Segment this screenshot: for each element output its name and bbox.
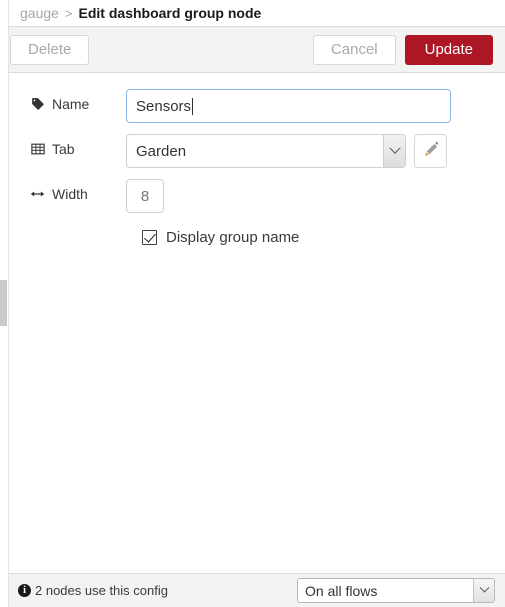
dialog-footer: i 2 nodes use this config On all flows <box>0 573 505 607</box>
arrows-horizontal-icon <box>30 188 45 200</box>
width-label: Width <box>14 179 126 202</box>
scrollbar-thumb[interactable] <box>0 280 7 326</box>
name-input-value: Sensors <box>136 97 192 115</box>
pencil-icon <box>423 141 439 161</box>
display-group-name-checkbox[interactable] <box>142 230 157 245</box>
form-row-name: Name Sensors <box>14 89 491 123</box>
update-button[interactable]: Update <box>404 34 493 65</box>
scope-select-wrapper: On all flows <box>297 578 495 603</box>
name-label-text: Name <box>52 96 90 112</box>
breadcrumb-separator-icon: > <box>64 5 73 21</box>
breadcrumb: gauge > Edit dashboard group node <box>20 6 261 20</box>
edit-tab-button[interactable] <box>414 134 447 168</box>
form-body: Name Sensors Tab Garden Width 8 Display … <box>0 73 505 573</box>
name-input[interactable]: Sensors <box>126 89 451 123</box>
tab-select-wrapper: Garden <box>126 134 406 168</box>
left-scroll-gutter <box>0 0 9 607</box>
display-group-name-row: Display group name <box>142 229 491 246</box>
form-row-width: Width <box>14 179 491 213</box>
delete-button[interactable]: Delete <box>10 34 90 65</box>
tag-icon <box>30 97 45 111</box>
tab-label-text: Tab <box>52 141 75 157</box>
tab-select[interactable]: Garden <box>126 134 406 168</box>
toolbar-actions: Cancel Update <box>312 34 493 65</box>
cancel-button[interactable]: Cancel <box>312 34 396 65</box>
config-usage-info: i 2 nodes use this config <box>18 583 168 598</box>
edit-dashboard-group-dialog: gauge > Edit dashboard group node Delete… <box>0 0 505 607</box>
width-input[interactable] <box>126 179 164 213</box>
dialog-header: gauge > Edit dashboard group node <box>0 0 505 27</box>
dialog-toolbar: Delete Cancel Update <box>0 27 505 73</box>
info-circle-icon: i <box>18 584 31 597</box>
breadcrumb-parent-gauge[interactable]: gauge <box>20 6 59 20</box>
scope-select[interactable]: On all flows <box>297 578 495 603</box>
config-usage-text: 2 nodes use this config <box>35 583 168 598</box>
scrollbar-track[interactable] <box>0 0 8 607</box>
page-title: Edit dashboard group node <box>78 5 262 21</box>
table-icon <box>30 142 45 156</box>
text-cursor <box>192 97 194 115</box>
form-row-tab: Tab Garden <box>14 134 491 168</box>
tab-label: Tab <box>14 134 126 157</box>
name-label: Name <box>14 89 126 112</box>
display-group-name-label[interactable]: Display group name <box>166 229 299 246</box>
width-label-text: Width <box>52 186 88 202</box>
